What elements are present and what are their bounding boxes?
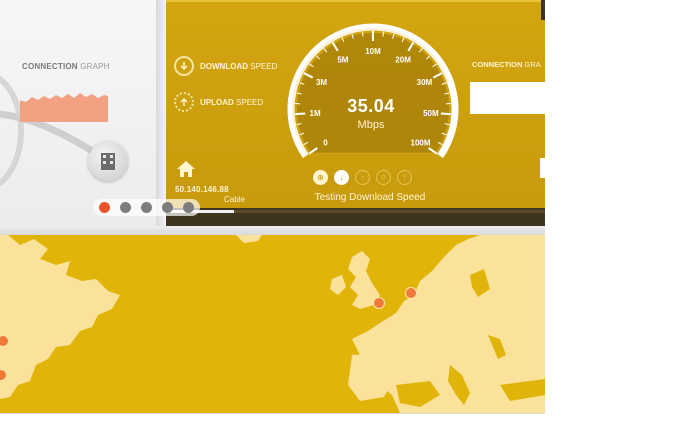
connection-graph-title: CONNECTION GRAPH <box>22 62 110 71</box>
home-icon <box>177 161 195 177</box>
ip-address: 50.140.146.88 <box>175 185 229 194</box>
isp-name: Cable <box>224 195 245 204</box>
gauge-tick-label: 20M <box>395 55 411 64</box>
carousel-dot[interactable] <box>183 202 194 213</box>
map-bottom-border <box>0 413 545 414</box>
carousel-dot[interactable] <box>120 202 131 213</box>
carousel-dots <box>93 199 200 216</box>
panel-side-marker <box>541 0 545 20</box>
connection-graph-title-right: CONNECTION GRA <box>472 60 541 69</box>
upload-speed-label: UPLOAD SPEED <box>200 97 264 107</box>
download-speed-button[interactable]: DOWNLOAD SPEED <box>174 56 277 76</box>
upload-speed-button[interactable]: UPLOAD SPEED <box>174 92 263 112</box>
connection-graph-right <box>470 82 545 114</box>
carousel-dot[interactable] <box>141 202 152 213</box>
gauge-tick <box>382 31 385 37</box>
gauge-tick-label: 30M <box>417 78 433 87</box>
world-map <box>0 235 545 413</box>
gauge-tick-label: 100M <box>411 138 431 147</box>
upload-stage-icon: ↑ <box>355 170 370 185</box>
download-speed-label: DOWNLOAD SPEED <box>200 61 278 71</box>
info-icon: ! <box>397 170 412 185</box>
speed-unit: Mbps <box>357 119 385 131</box>
speedometer-gauge: 01M3M5M10M20M30M50M100M <box>287 23 459 159</box>
gauge-tick <box>440 112 451 116</box>
gauge-tick <box>361 31 364 37</box>
carousel-dot[interactable] <box>162 202 173 213</box>
panel-side-tab <box>540 158 545 178</box>
server-location-pin[interactable] <box>405 287 417 299</box>
map-land <box>0 235 545 413</box>
gauge-tick-label: 0 <box>323 138 328 147</box>
download-icon <box>174 56 194 76</box>
test-stage-icons: ⊕ ↓ ↑ ◊ ! <box>313 170 412 185</box>
panel-edge <box>156 0 166 226</box>
connection-graph <box>20 93 108 122</box>
section-separator <box>0 226 545 235</box>
download-stage-icon: ↓ <box>334 170 349 185</box>
jitter-icon: ◊ <box>376 170 391 185</box>
upload-icon <box>174 92 194 112</box>
server-location-pin[interactable] <box>373 297 385 309</box>
speed-test-panel: DOWNLOAD SPEED UPLOAD SPEED 50.140.146.8… <box>166 0 545 226</box>
gauge-tick-label: 10M <box>365 47 381 56</box>
test-status-text: Testing Download Speed <box>314 192 426 203</box>
gauge-tick-label: 3M <box>316 78 327 87</box>
previous-slide-panel: CONNECTION GRAPH <box>0 0 166 226</box>
panel-top-line <box>166 0 545 2</box>
carousel-dot[interactable] <box>99 202 110 213</box>
gauge-tick-label: 5M <box>337 55 348 64</box>
gauge-tick <box>295 112 306 116</box>
speed-value: 35.04 <box>347 96 395 116</box>
server-icon <box>88 141 128 181</box>
ping-icon: ⊕ <box>313 170 328 185</box>
